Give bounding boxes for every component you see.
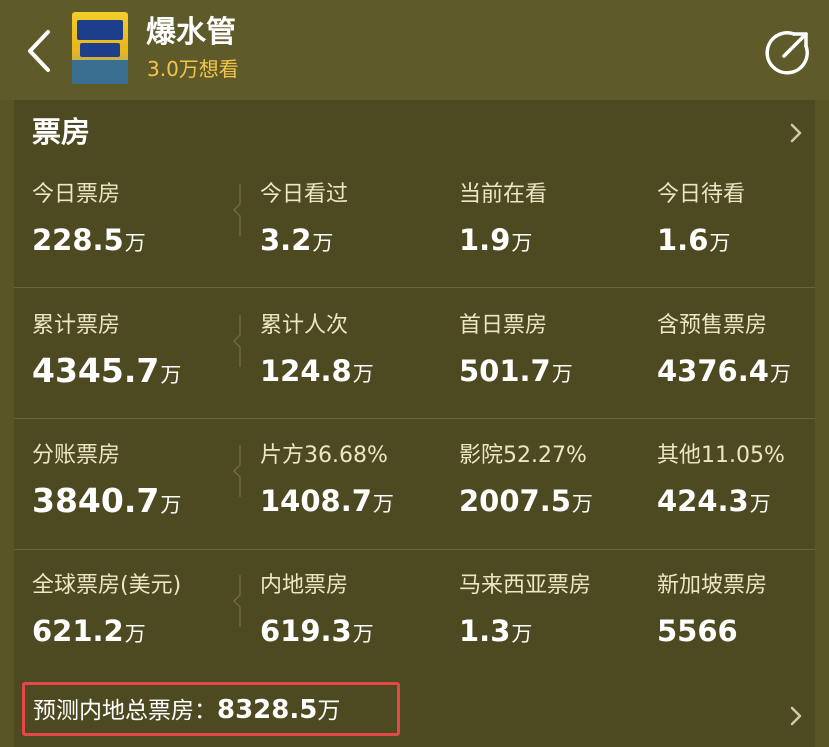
stat-value: 424.3万: [657, 484, 771, 518]
stat-value: 4345.7万: [32, 351, 182, 390]
stat-value: 228.5万: [32, 223, 146, 257]
want-to-watch-count: 3.0万想看: [147, 57, 239, 81]
column-separator: [232, 445, 241, 497]
stat-value: 4376.4万: [657, 354, 791, 388]
predicted-total-box-office[interactable]: 预测内地总票房：8328.5万: [22, 682, 400, 736]
chevron-right-icon[interactable]: [788, 121, 804, 145]
stat-global-box-office: 全球票房(美元) 621.2万: [32, 563, 232, 683]
back-arrow-icon[interactable]: [20, 26, 60, 76]
stat-label: 今日待看: [657, 182, 746, 207]
stat-incl-presale: 含预售票房 4376.4万: [657, 303, 829, 423]
stat-value: 5566: [657, 614, 738, 648]
stat-label: 首日票房: [459, 313, 548, 338]
share-icon[interactable]: [764, 28, 812, 76]
stats-row-today: 今日票房 228.5万 今日看过 3.2万 当前在看 1.9万 今日待看 1.6…: [14, 172, 815, 302]
movie-poster-thumbnail[interactable]: [72, 12, 128, 84]
stat-value: 619.3万: [260, 614, 374, 648]
stat-value: 3840.7万: [32, 481, 182, 520]
stat-label: 马来西亚票房: [459, 573, 592, 598]
column-separator: [232, 315, 241, 367]
stat-label: 分账票房: [32, 443, 121, 468]
stat-value: 1.3万: [459, 614, 533, 648]
chevron-right-icon[interactable]: [788, 704, 804, 728]
stat-label: 今日看过: [260, 182, 349, 207]
stat-label: 片方36.68%: [260, 443, 388, 468]
stat-label: 当前在看: [459, 182, 548, 207]
stats-row-split: 分账票房 3840.7万 片方36.68% 1408.7万 影院52.27% 2…: [14, 433, 815, 563]
top-bar: 爆水管 3.0万想看: [0, 0, 829, 100]
stat-malaysia-box-office: 马来西亚票房 1.3万: [459, 563, 659, 683]
stat-opening-day: 首日票房 501.7万: [459, 303, 659, 423]
prediction-unit: 万: [317, 698, 341, 724]
stat-other-share: 其他11.05% 424.3万: [657, 433, 829, 553]
movie-title: 爆水管: [146, 15, 236, 50]
stat-total-admissions: 累计人次 124.8万: [260, 303, 460, 423]
prediction-value: 8328.5: [217, 695, 318, 725]
stats-row-cumulative: 累计票房 4345.7万 累计人次 124.8万 首日票房 501.7万 含预售…: [14, 303, 815, 433]
stats-row-regional: 全球票房(美元) 621.2万 内地票房 619.3万 马来西亚票房 1.3万 …: [14, 563, 815, 693]
stat-label: 累计票房: [32, 313, 121, 338]
stat-value: 621.2万: [32, 614, 146, 648]
stat-cinema-share: 影院52.27% 2007.5万: [459, 433, 659, 553]
stat-today-to-watch: 今日待看 1.6万: [657, 172, 829, 292]
stat-singapore-box-office: 新加坡票房 5566: [657, 563, 829, 683]
stat-total-box-office: 累计票房 4345.7万: [32, 303, 232, 423]
stat-value: 1.9万: [459, 223, 533, 257]
stat-today-box-office: 今日票房 228.5万: [32, 172, 232, 292]
row-divider: [14, 418, 815, 419]
stat-value: 3.2万: [260, 223, 334, 257]
stat-watching-now: 当前在看 1.9万: [459, 172, 659, 292]
stat-label: 全球票房(美元): [32, 573, 182, 598]
column-separator: [232, 184, 241, 236]
prediction-label: 预测内地总票房：: [33, 698, 217, 724]
section-title-box-office: 票房: [32, 115, 91, 149]
stat-split-box-office: 分账票房 3840.7万: [32, 433, 232, 553]
stat-label: 内地票房: [260, 573, 349, 598]
row-divider: [14, 549, 815, 550]
stat-label: 影院52.27%: [459, 443, 587, 468]
column-separator: [232, 575, 241, 627]
stat-producer-share: 片方36.68% 1408.7万: [260, 433, 460, 553]
stat-value: 124.8万: [260, 354, 374, 388]
stat-label: 新加坡票房: [657, 573, 768, 598]
stat-label: 累计人次: [260, 313, 349, 338]
stat-label: 今日票房: [32, 182, 121, 207]
stat-value: 1.6万: [657, 223, 731, 257]
row-divider: [14, 287, 815, 288]
stat-value: 1408.7万: [260, 484, 394, 518]
stat-today-watched: 今日看过 3.2万: [260, 172, 460, 292]
prediction-text: 预测内地总票房：8328.5万: [33, 695, 340, 726]
stat-value: 2007.5万: [459, 484, 593, 518]
stat-mainland-box-office: 内地票房 619.3万: [260, 563, 460, 683]
stat-label: 含预售票房: [657, 313, 768, 338]
stat-value: 501.7万: [459, 354, 573, 388]
stat-label: 其他11.05%: [657, 443, 785, 468]
